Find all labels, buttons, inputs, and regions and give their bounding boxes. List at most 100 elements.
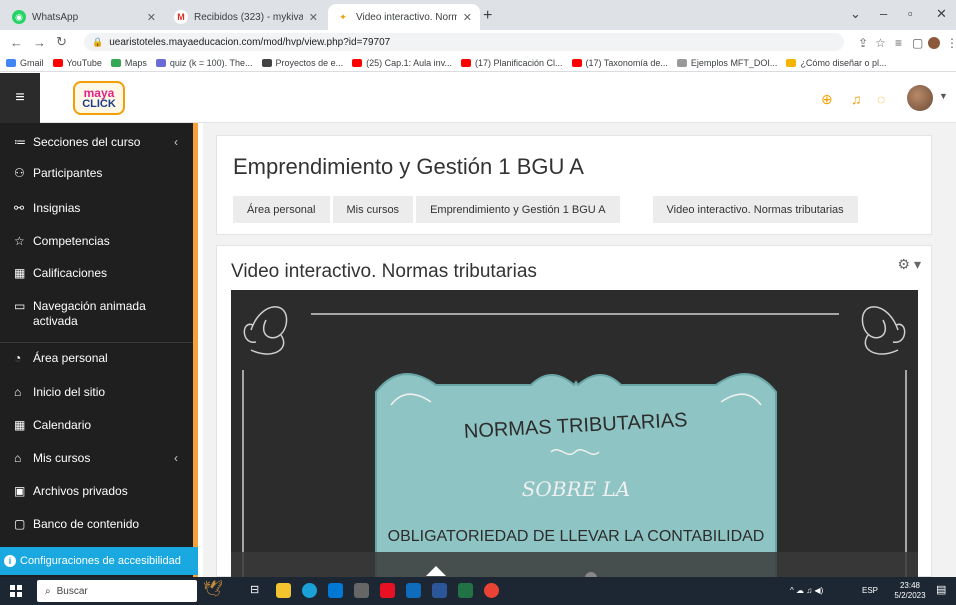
app-icon[interactable] (354, 583, 369, 598)
bookmark-gmail[interactable]: Gmail (6, 58, 44, 68)
hamburger-menu-icon[interactable]: ≡ (0, 73, 40, 123)
google-icon (6, 58, 16, 67)
minimize-button[interactable]: – (880, 6, 887, 21)
sidebar-item-label: Área personal (33, 351, 108, 365)
mayaclick-logo[interactable]: maya CLICK (73, 81, 125, 115)
tab-search-icon[interactable]: ⌄ (850, 6, 861, 22)
youtube-icon (52, 58, 63, 67)
mayaclick-icon: ✦ (336, 10, 350, 24)
video-frame: NORMAS TRIBUTARIAS SOBRE LA OBLIGATORIED… (231, 290, 918, 578)
sidepanel-icon[interactable]: ▢ (912, 36, 923, 50)
gradebook-icon: ▦ (14, 266, 26, 280)
language-indicator[interactable]: ESP (862, 586, 878, 596)
breadcrumb: Área personal Mis cursos Emprendimiento … (233, 196, 861, 223)
tab-video-interactivo[interactable]: ✦ Video interactivo. Normas tributa ✕ (328, 4, 480, 30)
tray-icons[interactable]: ^ ☁ ♫ ◀) (790, 586, 823, 596)
maximize-button[interactable]: ▫ (908, 6, 913, 21)
close-icon[interactable]: ✕ (463, 11, 472, 24)
forward-icon[interactable]: → (33, 35, 46, 50)
sidebar-item-label: Inicio del sitio (33, 385, 106, 399)
profile-avatar-icon[interactable] (928, 37, 940, 49)
bookmark-aula-invertida[interactable]: (25) Cap.1: Aula inv... (352, 58, 452, 68)
list-icon: ≔ (14, 135, 26, 149)
whatsapp-icon: ◉ (12, 10, 26, 24)
breadcrumb-curso[interactable]: Emprendimiento y Gestión 1 BGU A (416, 196, 620, 223)
avatar[interactable] (907, 85, 933, 111)
accessibility-settings-button[interactable]: i Configuraciones de accesibilidad (0, 547, 198, 575)
menu-icon[interactable]: ⋮ (946, 36, 956, 50)
tab-gmail[interactable]: M Recibidos (323) - mykivalenzuela ✕ (166, 4, 326, 30)
taskbar-search[interactable]: ⌕ Buscar (37, 580, 197, 602)
messages-bubble-icon[interactable]: ◌ (877, 91, 885, 107)
sidebar-item-inicio-sitio[interactable]: ⌂ Inicio del sitio (14, 385, 184, 400)
youtube-icon (571, 58, 582, 67)
back-icon[interactable]: ← (10, 35, 23, 50)
gmail-icon: M (174, 10, 188, 24)
language-globe-icon[interactable]: ⊕ (821, 91, 833, 108)
chevron-left-icon[interactable]: ‹ (174, 135, 178, 150)
sidebar-item-mis-cursos[interactable]: ⌂ Mis cursos ‹ (14, 451, 184, 466)
bookmark-quiz[interactable]: quiz (k = 100). The... (155, 58, 253, 68)
bookmark-maps[interactable]: Maps (110, 58, 147, 68)
edge-icon[interactable] (302, 583, 317, 598)
tab-label: Video interactivo. Normas tributa (356, 11, 457, 23)
content-bank-icon: ▢ (14, 517, 26, 531)
interactive-video-player[interactable]: NORMAS TRIBUTARIAS SOBRE LA OBLIGATORIED… (231, 290, 918, 578)
maps-icon (110, 58, 121, 67)
reading-list-icon[interactable]: ≡ (895, 36, 902, 50)
notifications-bell-icon[interactable]: ♫ (851, 91, 862, 107)
sidebar-item-competencias[interactable]: ☆ Competencias (14, 234, 184, 249)
lock-icon: 🔒 (92, 36, 104, 47)
word-icon[interactable] (432, 583, 447, 598)
address-bar[interactable]: 🔒 uearistoteles.mayaeducacion.com/mod/hv… (84, 33, 844, 51)
bookmark-youtube[interactable]: YouTube (52, 58, 102, 68)
sidebar-item-secciones[interactable]: ≔ Secciones del curso ‹ (14, 135, 184, 150)
bookmark-taxonomia[interactable]: (17) Taxonomía de... (571, 58, 668, 68)
close-window-button[interactable]: ✕ (936, 6, 947, 22)
bookmark-star-icon[interactable]: ☆ (875, 36, 886, 50)
sidebar-item-area-personal[interactable]: ◔ Área personal (14, 351, 184, 366)
sidebar-item-calificaciones[interactable]: ▦ Calificaciones (14, 266, 184, 281)
bookmarks-bar: Gmail YouTube Maps quiz (k = 100). The..… (0, 54, 956, 72)
sidebar-item-banco-contenido[interactable]: ▢ Banco de contenido (14, 517, 184, 532)
mail-icon[interactable] (406, 583, 421, 598)
activity-title: Video interactivo. Normas tributarias (231, 261, 537, 282)
sidebar-item-insignias[interactable]: ⚯ Insignias (14, 201, 184, 216)
main-content: Emprendimiento y Gestión 1 BGU A Área pe… (203, 123, 956, 578)
sidebar-item-navegacion-animada[interactable]: ▭ Navegación animada activada (14, 299, 184, 329)
new-tab-button[interactable]: + (483, 7, 492, 25)
clock[interactable]: 23:48 5/2/2023 (893, 581, 927, 601)
breadcrumb-area-personal[interactable]: Área personal (233, 196, 330, 223)
chevron-down-icon[interactable]: ▼ (939, 91, 948, 101)
clock-date: 5/2/2023 (894, 591, 926, 600)
bookmark-planificacion[interactable]: (17) Planificación Cl... (460, 58, 563, 68)
store-icon[interactable] (328, 583, 343, 598)
windows-start-icon[interactable] (10, 585, 22, 597)
excel-icon[interactable] (458, 583, 473, 598)
chrome-icon[interactable] (484, 583, 499, 598)
video-line-3: OBLIGATORIEDAD DE LLEVAR LA CONTABILIDAD (388, 528, 765, 545)
close-icon[interactable]: ✕ (309, 11, 318, 24)
chevron-left-icon[interactable]: ‹ (174, 451, 178, 466)
breadcrumb-mis-cursos[interactable]: Mis cursos (332, 196, 414, 223)
reload-icon[interactable]: ↻ (56, 34, 67, 50)
close-icon[interactable]: ✕ (147, 11, 156, 24)
tab-whatsapp[interactable]: ◉ WhatsApp ✕ (4, 4, 164, 30)
task-view-icon[interactable]: ⊟ (250, 583, 265, 598)
gear-icon[interactable]: ⚙ ▾ (898, 256, 921, 273)
notification-center-icon[interactable]: ▤ (936, 585, 946, 596)
sidebar-item-label: Mis cursos (33, 451, 91, 465)
youtube-icon (460, 58, 471, 67)
bookmark-ejemplos[interactable]: Ejemplos MFT_DOI... (676, 58, 777, 68)
sidebar-item-archivos-privados[interactable]: ▣ Archivos privados (14, 484, 184, 499)
bird-decoration-icon: 🕊 (203, 581, 224, 598)
file-explorer-icon[interactable] (276, 583, 291, 598)
media-icon[interactable] (380, 583, 395, 598)
doc-icon (676, 58, 687, 67)
star-icon: ☆ (14, 234, 25, 248)
sidebar-item-calendario[interactable]: ▦ Calendario (14, 418, 184, 433)
bookmark-como-disenar[interactable]: ¿Cómo diseñar o pl... (786, 58, 886, 68)
share-icon[interactable]: ⇪ (858, 36, 868, 50)
sidebar-item-participantes[interactable]: ⚇ Participantes (14, 166, 184, 181)
bookmark-proyectos[interactable]: Proyectos de e... (261, 58, 343, 68)
